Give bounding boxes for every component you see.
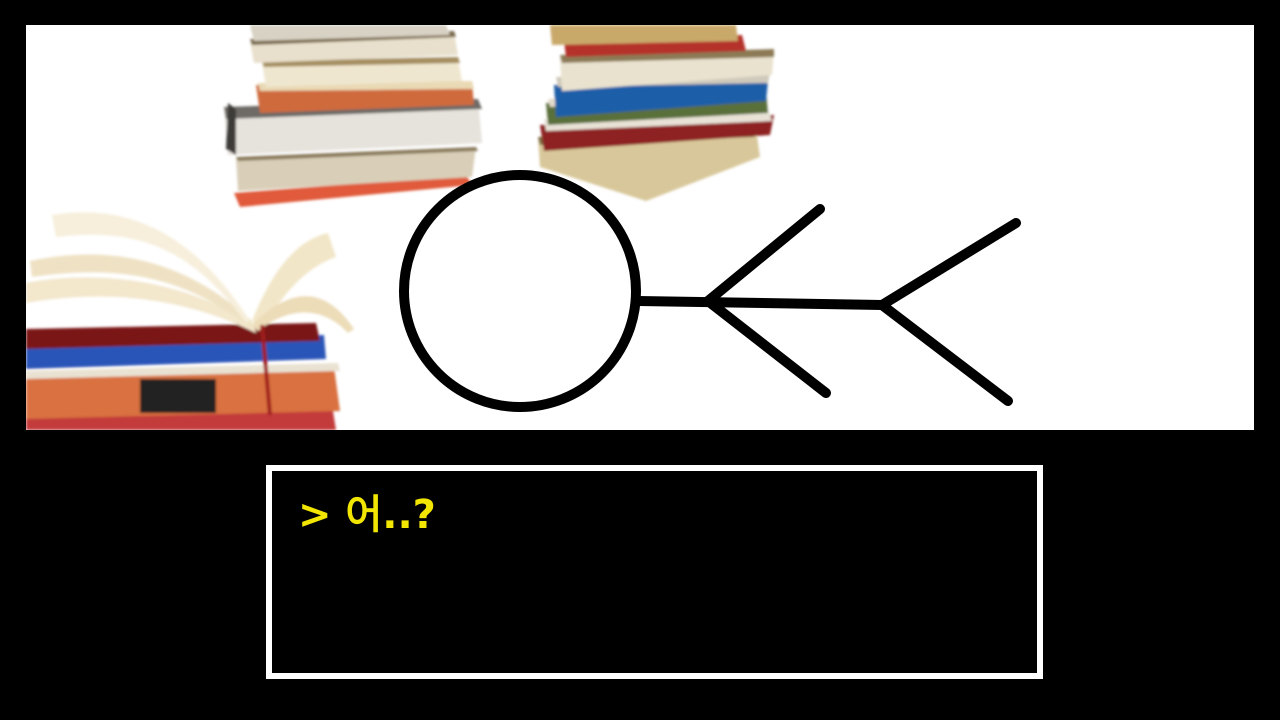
books-stack-icon	[538, 25, 774, 201]
dialog-box[interactable]: > 어..?	[266, 465, 1043, 679]
dialog-line: 어..?	[345, 492, 436, 538]
books-stack-icon	[224, 25, 482, 207]
stick-figure-icon	[399, 170, 1021, 412]
dialog-prompt-marker: >	[298, 492, 332, 538]
scene-illustration	[26, 25, 1021, 430]
scene-panel	[26, 25, 1254, 430]
open-book-icon	[26, 212, 354, 430]
dialog-text: > 어..?	[298, 487, 436, 543]
